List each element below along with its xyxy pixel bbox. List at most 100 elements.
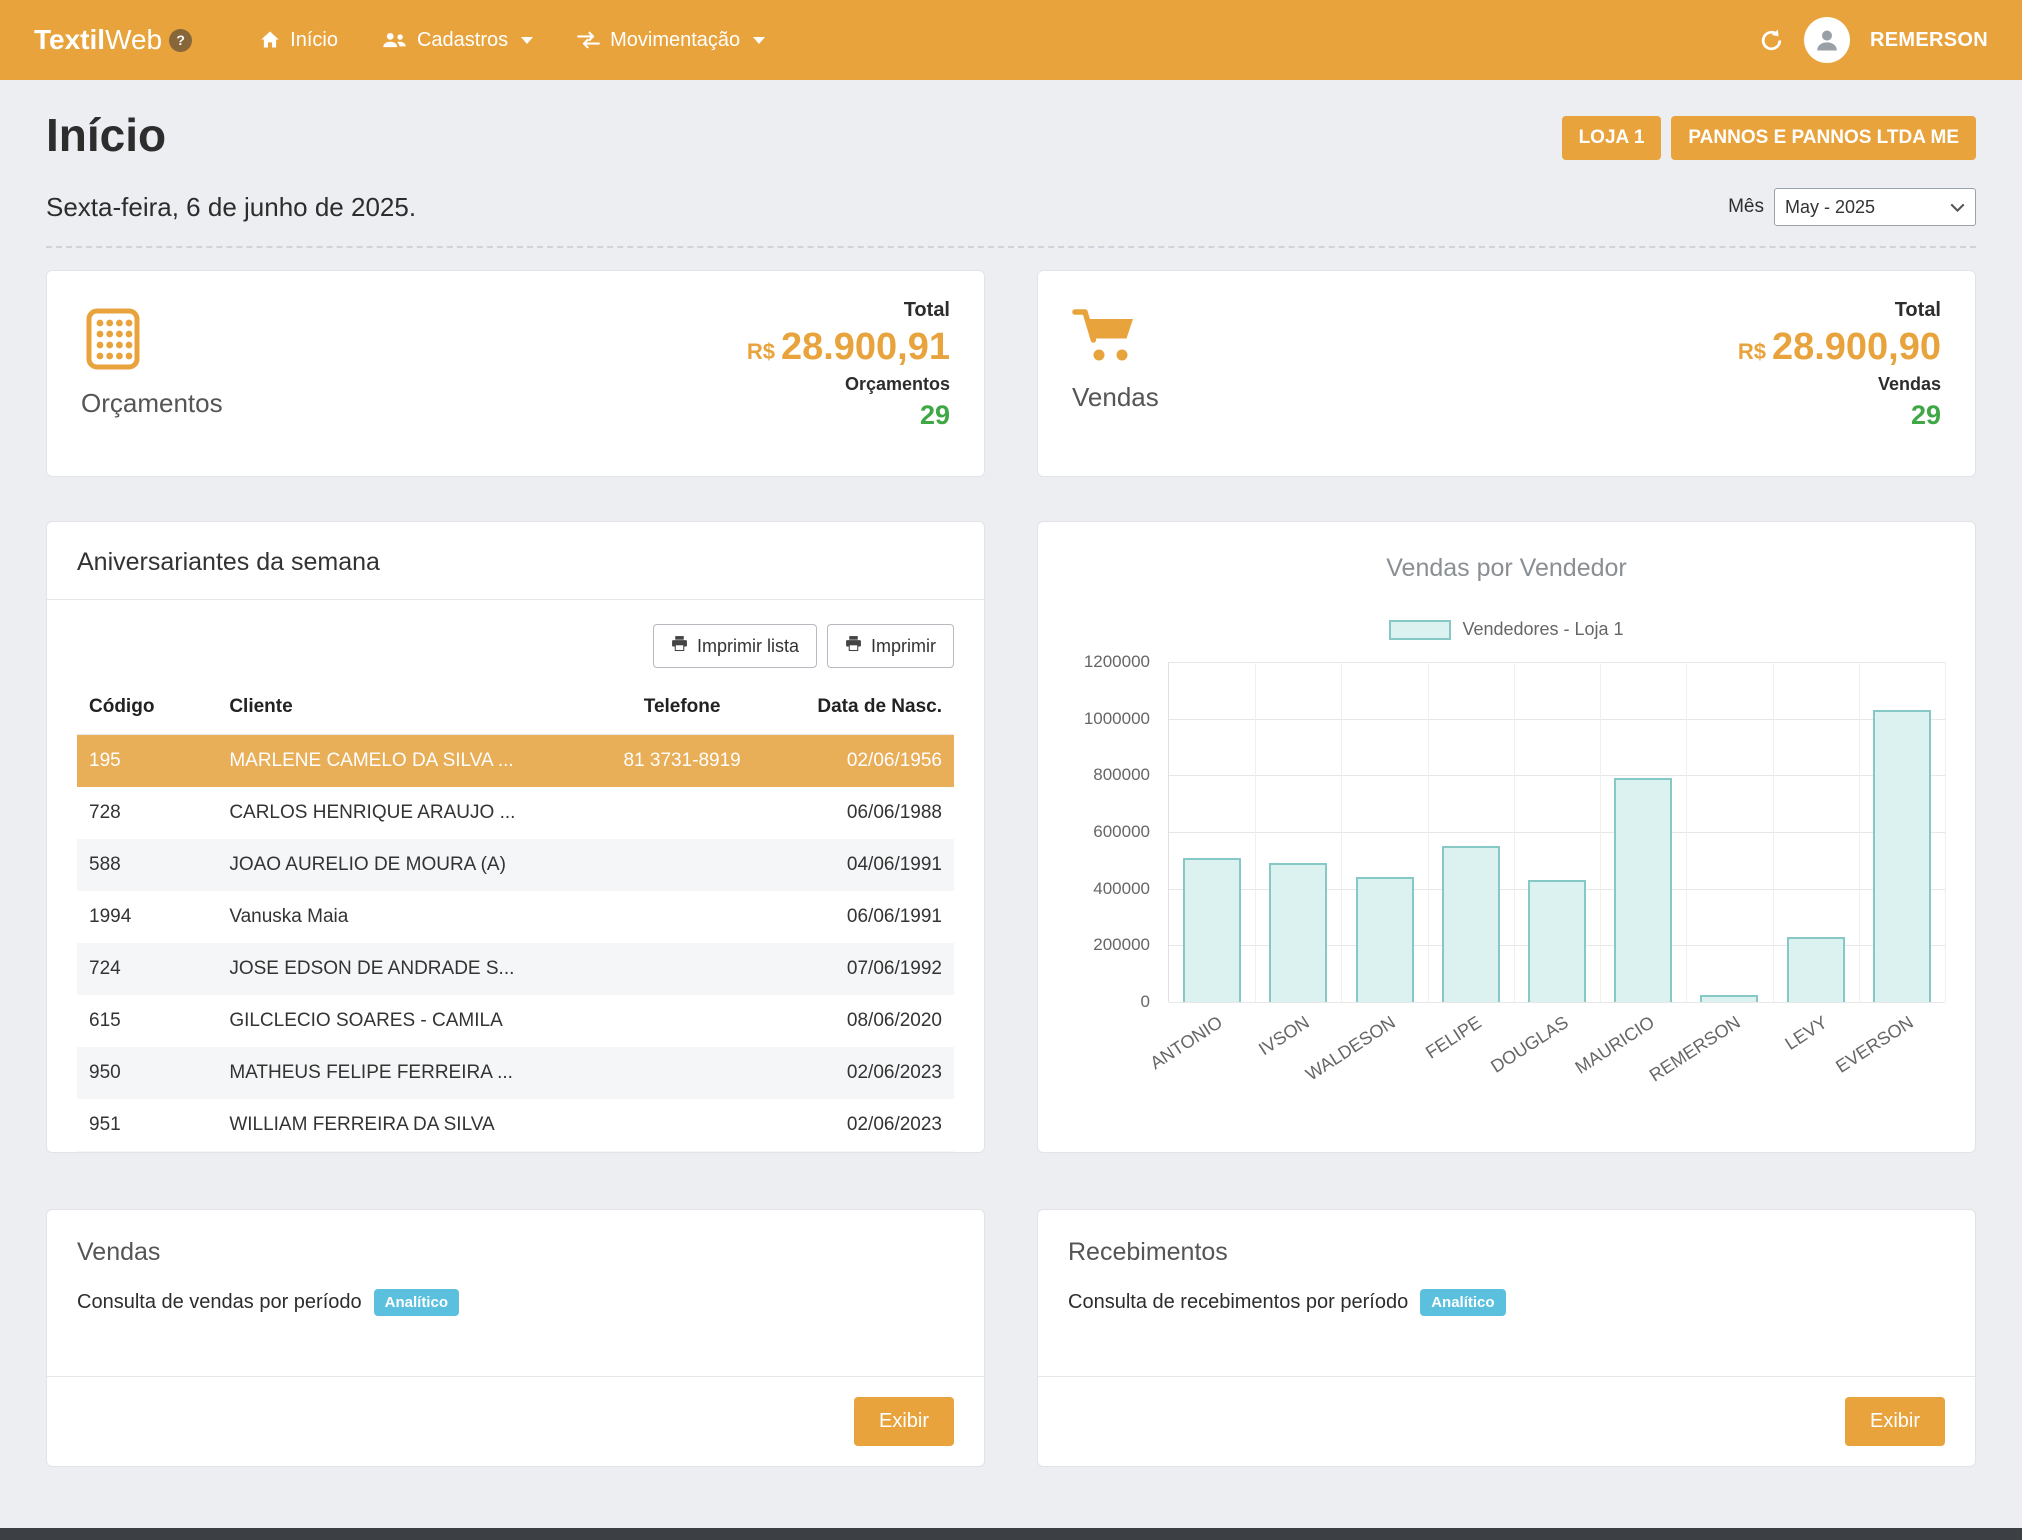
help-circle-icon[interactable]: ? — [169, 29, 192, 52]
printer-icon — [845, 635, 862, 657]
exibir-recebimentos-button[interactable]: Exibir — [1845, 1397, 1945, 1446]
chart-bar[interactable] — [1442, 846, 1500, 1002]
orcamentos-summary-card: Orçamentos Total R$28.900,91 Orçamentos … — [46, 270, 985, 477]
chart-title: Vendas por Vendedor — [1068, 554, 1945, 583]
panel-title: Vendas — [77, 1238, 954, 1267]
nav-label: Cadastros — [417, 29, 508, 52]
nav-item-inicio[interactable]: Início — [246, 19, 352, 62]
chart-legend[interactable]: Vendedores - Loja 1 — [1068, 619, 1945, 640]
current-date-text: Sexta-feira, 6 de junho de 2025. — [46, 192, 416, 223]
chart-bar[interactable] — [1614, 778, 1672, 1002]
print-button[interactable]: Imprimir — [827, 624, 954, 668]
analitico-badge: Analítico — [1420, 1289, 1505, 1316]
v-gridline — [1428, 662, 1429, 1002]
v-gridline — [1773, 662, 1774, 1002]
panel-description: Consulta de recebimentos por período — [1068, 1291, 1408, 1314]
exibir-vendas-button[interactable]: Exibir — [854, 1397, 954, 1446]
navbar-right: REMERSON — [1759, 17, 1988, 63]
refresh-icon[interactable] — [1759, 28, 1784, 53]
chart-bar[interactable] — [1356, 877, 1414, 1002]
x-axis-label: EVERSON — [1746, 1012, 1917, 1133]
table-row[interactable]: 724JOSE EDSON DE ANDRADE S...07/06/1992 — [77, 943, 954, 995]
users-icon — [382, 31, 407, 49]
count-value: 29 — [747, 400, 950, 431]
h-gridline — [1169, 662, 1945, 663]
col-header-cliente: Cliente — [217, 696, 585, 735]
nav-label: Movimentação — [610, 29, 740, 52]
table-row[interactable]: 587JULIANA LIMA DE ANDRADE99287-699705/0… — [77, 1151, 954, 1153]
nav-label: Início — [290, 29, 338, 52]
total-label: Total — [1738, 299, 1941, 322]
v-gridline — [1686, 662, 1687, 1002]
chart-x-axis: ANTONIOIVSONWALDESONFELIPEDOUGLASMAURICI… — [1168, 1002, 1945, 1088]
table-row[interactable]: 588JOAO AURELIO DE MOURA (A)04/06/1991 — [77, 839, 954, 891]
sales-chart-card: Vendas por Vendedor Vendedores - Loja 1 … — [1037, 521, 1976, 1153]
table-row[interactable]: 1994Vanuska Maia06/06/1991 — [77, 891, 954, 943]
birthdays-table: Código Cliente Telefone Data de Nasc. 19… — [77, 696, 954, 1153]
page-content: Início LOJA 1 PANNOS E PANNOS LTDA ME Se… — [0, 108, 2022, 1467]
month-select[interactable]: May - 2025 — [1774, 188, 1976, 226]
chart-bar[interactable] — [1269, 863, 1327, 1002]
total-amount: R$28.900,91 — [747, 327, 950, 369]
chart-bar[interactable] — [1528, 880, 1586, 1002]
panel-title: Recebimentos — [1068, 1238, 1945, 1267]
y-axis-tick: 1200000 — [1084, 652, 1150, 672]
month-select-value: May - 2025 — [1785, 197, 1875, 218]
divider — [46, 246, 1976, 248]
summary-card-label: Vendas — [1072, 382, 1159, 413]
y-axis-tick: 400000 — [1093, 879, 1150, 899]
y-axis-tick: 800000 — [1093, 765, 1150, 785]
chevron-down-icon — [521, 37, 533, 44]
main-nav: Início Cadastros Movimentação — [246, 19, 779, 62]
y-axis-tick: 600000 — [1093, 822, 1150, 842]
calculator-icon — [81, 307, 145, 376]
table-row[interactable]: 950MATHEUS FELIPE FERREIRA ...02/06/2023 — [77, 1047, 954, 1099]
count-value: 29 — [1738, 400, 1941, 431]
chart-bar[interactable] — [1183, 858, 1241, 1003]
chart-area: 020000040000060000080000010000001200000 … — [1068, 662, 1945, 1088]
app-logo[interactable]: TextilWeb ? — [34, 24, 192, 56]
chevron-down-icon — [1950, 203, 1965, 212]
h-gridline — [1169, 719, 1945, 720]
v-gridline — [1600, 662, 1601, 1002]
table-row[interactable]: 615GILCLECIO SOARES - CAMILA08/06/2020 — [77, 995, 954, 1047]
brand-bold: Textil — [34, 24, 105, 56]
x-axis-label: FELIPE — [1315, 1012, 1486, 1133]
count-label: Orçamentos — [747, 374, 950, 395]
chart-bar[interactable] — [1700, 995, 1758, 1002]
total-amount: R$28.900,90 — [1738, 327, 1941, 369]
legend-label: Vendedores - Loja 1 — [1462, 619, 1623, 640]
legend-swatch-icon — [1389, 620, 1451, 640]
top-navbar: TextilWeb ? Início Cadastros — [0, 0, 2022, 80]
v-gridline — [1945, 662, 1946, 1002]
print-list-button[interactable]: Imprimir lista — [653, 624, 817, 668]
x-axis-label: ANTONIO — [1056, 1012, 1227, 1133]
y-axis-tick: 1000000 — [1084, 709, 1150, 729]
col-header-nasc: Data de Nasc. — [779, 696, 954, 735]
total-label: Total — [747, 299, 950, 322]
table-row[interactable]: 728CARLOS HENRIQUE ARAUJO ...06/06/1988 — [77, 787, 954, 839]
table-row[interactable]: 195MARLENE CAMELO DA SILVA ...81 3731-89… — [77, 735, 954, 788]
username[interactable]: REMERSON — [1870, 29, 1988, 52]
col-header-codigo: Código — [77, 696, 217, 735]
chart-bar[interactable] — [1873, 710, 1931, 1002]
col-header-telefone: Telefone — [586, 696, 779, 735]
v-gridline — [1859, 662, 1860, 1002]
x-axis-label: REMERSON — [1574, 1012, 1745, 1133]
chart-bar[interactable] — [1787, 937, 1845, 1002]
month-filter-label: Mês — [1728, 196, 1764, 218]
cart-icon — [1072, 307, 1138, 370]
analitico-badge: Analítico — [374, 1289, 459, 1316]
table-row[interactable]: 951WILLIAM FERREIRA DA SILVA02/06/2023 — [77, 1099, 954, 1151]
birthdays-title: Aniversariantes da semana — [47, 522, 984, 600]
birthdays-card: Aniversariantes da semana Imprimir lista — [46, 521, 985, 1153]
vendas-summary-card: Vendas Total R$28.900,90 Vendas 29 — [1037, 270, 1976, 477]
nav-item-movimentacao[interactable]: Movimentação — [563, 19, 779, 62]
recebimentos-panel: Recebimentos Consulta de recebimentos po… — [1037, 1209, 1976, 1467]
user-avatar-icon[interactable] — [1804, 17, 1850, 63]
home-icon — [260, 30, 280, 50]
company-button[interactable]: PANNOS E PANNOS LTDA ME — [1671, 116, 1976, 160]
nav-item-cadastros[interactable]: Cadastros — [368, 19, 547, 62]
store-button[interactable]: LOJA 1 — [1562, 116, 1662, 160]
vendas-panel: Vendas Consulta de vendas por período An… — [46, 1209, 985, 1467]
